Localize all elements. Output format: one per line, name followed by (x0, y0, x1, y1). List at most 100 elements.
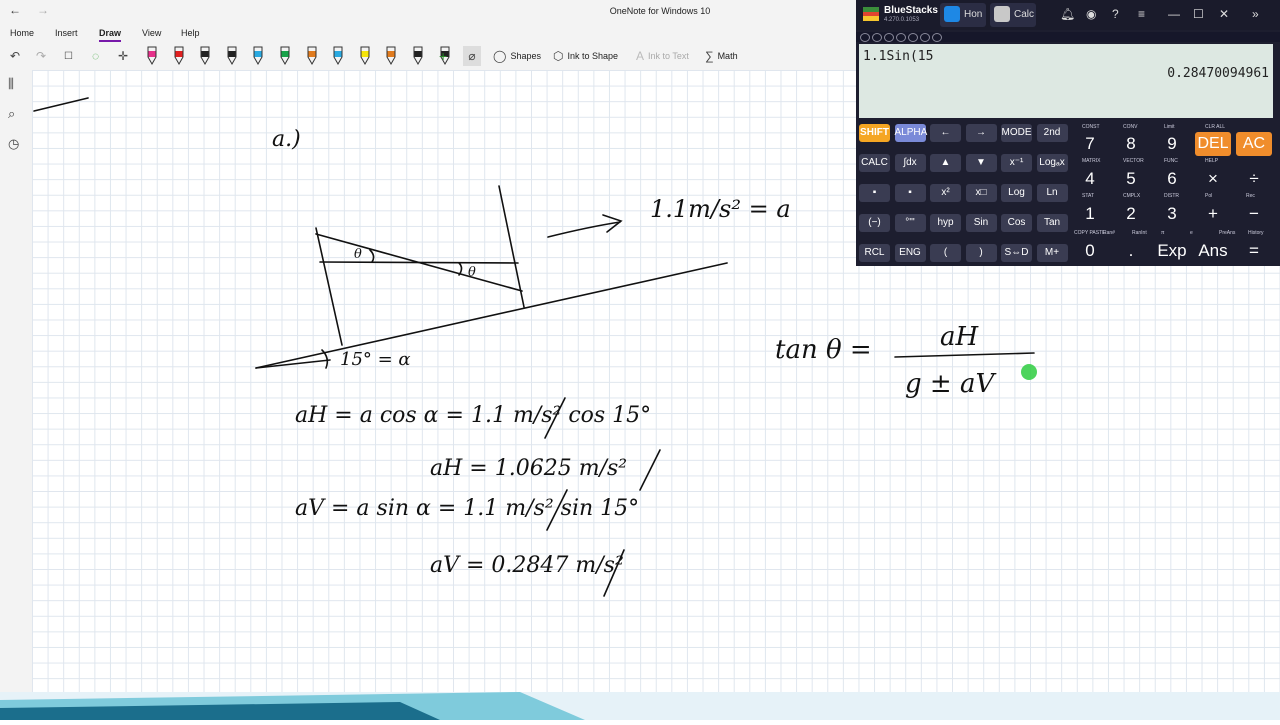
theta-right: θ (468, 265, 476, 280)
calc-num-key-r4-c4[interactable]: Ans (1195, 239, 1231, 263)
calc-key-r5-c4[interactable]: ) (965, 244, 997, 262)
key-label-bottom-1: COPY PASTE (1074, 230, 1106, 236)
calc-num-key-r4-c3[interactable]: Exp (1154, 239, 1190, 263)
calc-key-r4-c6[interactable]: Tan (1036, 214, 1068, 232)
calc-key-r4-c4[interactable]: Sin (965, 214, 997, 232)
key-label-stat-3: DISTR (1164, 193, 1179, 199)
calc-num-key-r2-c1[interactable]: 4 (1072, 167, 1108, 191)
bluestacks-header: BlueStacks 4.270.0.1053 Hon Calc 🔔︎ ◉ ? … (856, 0, 1280, 30)
calc-key-r5-c3[interactable]: ( (930, 244, 961, 262)
tab-home-app[interactable]: Hon (940, 3, 986, 27)
calc-num-key-r4-c2[interactable]: . (1113, 239, 1149, 263)
tan-lhs: tan θ = (775, 335, 872, 365)
calculator-app-icon (994, 6, 1010, 22)
notification-bell-icon[interactable]: 🔔︎ (1060, 7, 1075, 21)
calc-num-key-r3-c3[interactable]: 3 (1154, 202, 1190, 226)
key-label-mid-2: VECTOR (1123, 158, 1144, 164)
calc-key-r4-c2[interactable]: °'" (894, 214, 926, 232)
equation-aV-derivation: aV = a sin α = 1.1 m/s² sin 15° (295, 496, 639, 521)
calc-num-key-r1-c4[interactable]: DEL (1195, 132, 1231, 156)
key-label-mid-4: HELP (1205, 158, 1219, 164)
key-label-stat-1: STAT (1082, 193, 1095, 199)
status-icon-5 (908, 33, 918, 42)
tan-numerator: aH (940, 322, 980, 352)
key-label-top-1: CONST (1082, 124, 1100, 130)
calc-key-r3-c4[interactable]: x□ (965, 184, 997, 202)
calc-key-r4-c1[interactable]: (−) (859, 214, 890, 232)
calc-num-key-r2-c5[interactable]: ÷ (1236, 167, 1272, 191)
fraction-bar (894, 352, 1035, 358)
tab-calculator-label: Calc (1014, 9, 1035, 20)
calc-key-r1-c5[interactable]: MODE (1001, 124, 1032, 142)
calc-key-r5-c6[interactable]: M+ (1036, 244, 1068, 262)
key-label-bottom-7: History (1248, 230, 1264, 236)
help-icon[interactable]: ? (1112, 7, 1119, 21)
calc-key-r1-c1[interactable]: SHIFT (859, 124, 890, 142)
key-label-stat-4: Pol (1205, 193, 1213, 199)
calc-num-key-r2-c4[interactable]: × (1195, 167, 1231, 191)
calc-key-r2-c6[interactable]: Logₐx (1036, 154, 1068, 172)
close-icon[interactable]: ✕ (1219, 7, 1229, 21)
taskbar-graphic (0, 692, 585, 720)
tab-home-app-label: Hon (964, 9, 983, 20)
account-icon[interactable]: ◉ (1086, 7, 1096, 21)
calc-key-r1-c2[interactable]: ALPHA (894, 124, 927, 142)
calc-key-r2-c3[interactable]: ▲ (930, 154, 961, 172)
calc-num-key-r4-c5[interactable]: = (1236, 239, 1272, 263)
calc-num-key-r3-c1[interactable]: 1 (1072, 202, 1108, 226)
calc-key-r5-c1[interactable]: RCL (859, 244, 890, 262)
calc-key-r2-c1[interactable]: CALC (859, 154, 890, 172)
calc-num-key-r2-c2[interactable]: 5 (1113, 167, 1149, 191)
calc-num-key-r1-c2[interactable]: 8 (1113, 132, 1149, 156)
calc-key-r3-c2[interactable]: ▪ (894, 184, 926, 202)
calc-num-key-r1-c1[interactable]: 7 (1072, 132, 1108, 156)
calc-key-r3-c5[interactable]: Log (1001, 184, 1032, 202)
bluestacks-window: BlueStacks 4.270.0.1053 Hon Calc 🔔︎ ◉ ? … (856, 0, 1280, 266)
calc-key-r2-c5[interactable]: x⁻¹ (1001, 154, 1032, 172)
key-label-bottom-4: π (1161, 230, 1165, 236)
calc-key-r3-c6[interactable]: Ln (1036, 184, 1068, 202)
calc-key-r4-c3[interactable]: hyp (930, 214, 961, 232)
calc-num-key-r1-c3[interactable]: 9 (1154, 132, 1190, 156)
status-icon-1 (860, 33, 870, 42)
calc-key-r5-c2[interactable]: ENG (894, 244, 926, 262)
horizontal-ref-line (319, 261, 519, 264)
stray-ink-line (33, 97, 89, 112)
android-status-row (856, 32, 1280, 42)
calc-num-key-r3-c2[interactable]: 2 (1113, 202, 1149, 226)
calc-key-r1-c6[interactable]: 2nd (1036, 124, 1068, 142)
maximize-icon[interactable]: ☐ (1193, 7, 1204, 21)
acceleration-note: 1.1m/s² = a (650, 195, 791, 223)
bluestacks-logo-icon (863, 7, 879, 21)
bluestacks-name: BlueStacks (884, 5, 938, 16)
calc-key-r2-c4[interactable]: ▼ (965, 154, 997, 172)
taskbar-strip (0, 692, 1280, 720)
calc-key-r5-c5[interactable]: S⇔D (1001, 244, 1032, 262)
sidebar-toggle-icon[interactable]: » (1252, 7, 1259, 21)
calc-key-r3-c3[interactable]: x² (930, 184, 961, 202)
home-app-icon (944, 6, 960, 22)
equation-aH-derivation: aH = a cos α = 1.1 m/s² cos 15° (295, 403, 651, 428)
minimize-icon[interactable]: — (1168, 7, 1180, 21)
key-label-bottom-2: Ran# (1103, 230, 1115, 236)
calc-num-key-r3-c4[interactable]: + (1195, 202, 1231, 226)
status-icon-2 (872, 33, 882, 42)
calc-num-key-r2-c3[interactable]: 6 (1154, 167, 1190, 191)
calc-key-r1-c3[interactable]: ← (930, 124, 961, 142)
calc-num-key-r3-c5[interactable]: − (1236, 202, 1272, 226)
calculator-input[interactable]: 1.1Sin(15 (863, 49, 933, 64)
alpha-label: 15° = α (340, 349, 411, 370)
key-label-stat-5: Rec (1246, 193, 1255, 199)
menu-icon[interactable]: ≡ (1138, 7, 1145, 21)
status-icon-3 (884, 33, 894, 42)
calc-key-r1-c4[interactable]: → (965, 124, 997, 142)
tan-denominator: g ± aV (905, 369, 996, 399)
tab-calculator-app[interactable]: Calc (990, 3, 1036, 27)
calc-key-r3-c1[interactable]: ▪ (859, 184, 890, 202)
calc-key-r2-c2[interactable]: ∫dx (894, 154, 926, 172)
calculator-display: 1.1Sin(15 0.28470094961 (859, 44, 1273, 118)
calc-key-r4-c5[interactable]: Cos (1001, 214, 1032, 232)
calc-num-key-r1-c5[interactable]: AC (1236, 132, 1272, 156)
calc-num-key-r4-c1[interactable]: 0 (1072, 239, 1108, 263)
key-label-top-2: CONV (1123, 124, 1138, 130)
